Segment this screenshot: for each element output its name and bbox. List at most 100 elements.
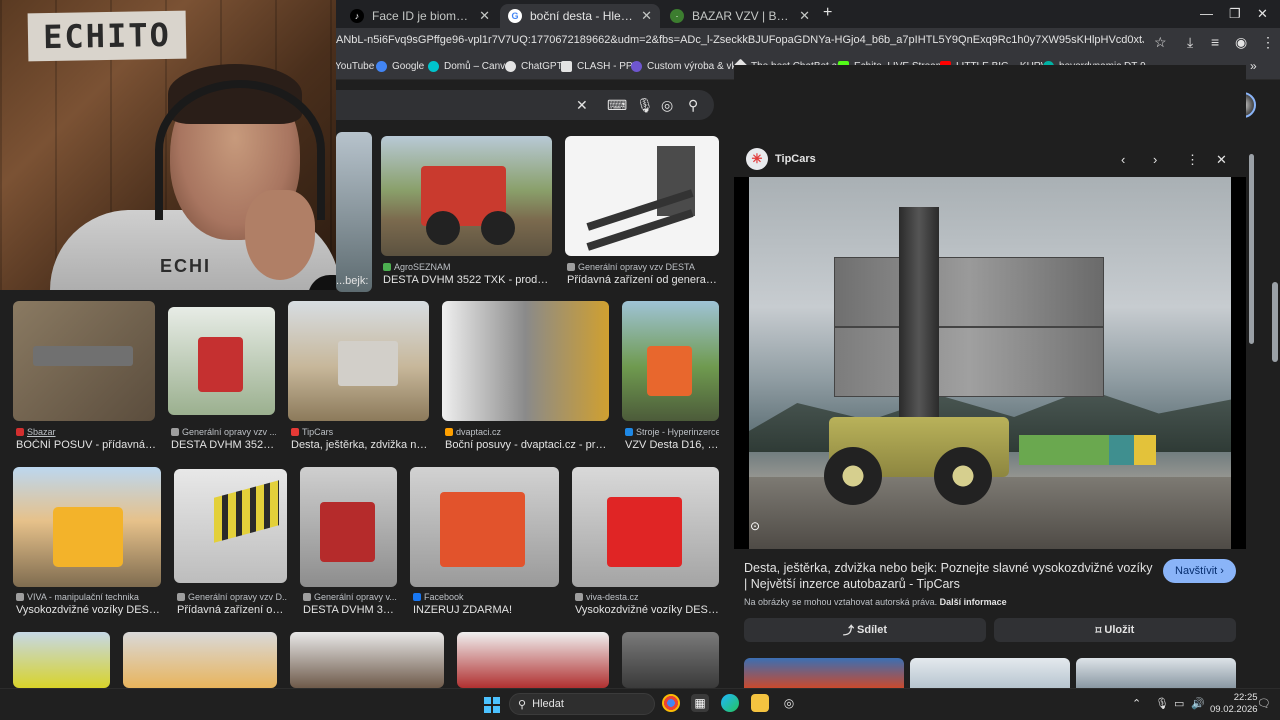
panel-site-name[interactable]: TipCars bbox=[775, 153, 816, 165]
bookmark-google[interactable]: Google bbox=[376, 61, 424, 72]
chrome-icon[interactable] bbox=[662, 694, 680, 712]
system-clock[interactable]: 22:25 09.02.2026 bbox=[1210, 692, 1258, 716]
result-caption[interactable]: DESTA DVHM 3522 ... bbox=[171, 439, 276, 451]
related-image[interactable] bbox=[910, 658, 1070, 688]
microphone-icon[interactable]: 🎙 bbox=[1155, 697, 1169, 710]
result-source: Generální opravy vzv ... bbox=[171, 427, 276, 437]
related-image[interactable] bbox=[744, 658, 904, 688]
close-icon[interactable]: ✕ bbox=[799, 8, 810, 24]
visit-button[interactable]: Navštívit › bbox=[1163, 559, 1236, 583]
windows-start-icon[interactable] bbox=[484, 697, 500, 713]
image-result[interactable] bbox=[290, 632, 444, 688]
search-input[interactable] bbox=[336, 90, 714, 120]
bookmark-custom[interactable]: Custom výroba & vl... bbox=[631, 61, 742, 72]
image-result[interactable] bbox=[572, 467, 719, 587]
image-result[interactable] bbox=[442, 301, 609, 421]
volume-icon[interactable]: 🔊 bbox=[1191, 697, 1205, 710]
google-icon bbox=[376, 61, 387, 72]
lens-search-icon[interactable]: ⊙ bbox=[750, 519, 766, 535]
close-panel-icon[interactable]: ✕ bbox=[1216, 152, 1227, 168]
restore-icon[interactable]: ❐ bbox=[1229, 6, 1241, 22]
close-icon[interactable]: ✕ bbox=[641, 8, 652, 24]
store-icon[interactable]: ▦ bbox=[691, 694, 709, 712]
image-result[interactable] bbox=[13, 467, 161, 587]
result-source: Sbazar bbox=[16, 427, 156, 437]
result-caption[interactable]: Vysokozdvižné vozíky DESTA |... bbox=[575, 604, 719, 616]
previous-icon[interactable]: ‹ bbox=[1121, 152, 1125, 167]
bookmark-canva[interactable]: Domů – Canva bbox=[428, 61, 511, 72]
more-options-icon[interactable]: ⋮ bbox=[1186, 152, 1199, 168]
image-result[interactable] bbox=[13, 632, 110, 688]
file-explorer-icon[interactable] bbox=[751, 694, 769, 712]
image-result[interactable] bbox=[381, 136, 552, 256]
page-scrollbar[interactable] bbox=[1272, 282, 1278, 362]
result-caption[interactable]: VZV Desta D16, n... bbox=[625, 439, 719, 451]
reading-list-icon[interactable]: ≡ bbox=[1211, 34, 1219, 50]
image-result[interactable] bbox=[622, 632, 719, 688]
panel-title[interactable]: Desta, ještěrka, zdvižka nebo bejk: Pozn… bbox=[744, 560, 1154, 592]
menu-icon[interactable]: ⋮ bbox=[1261, 34, 1275, 51]
image-result[interactable] bbox=[457, 632, 609, 688]
keyboard-icon[interactable]: ⌨ bbox=[607, 97, 627, 114]
site-icon bbox=[303, 593, 311, 601]
related-image[interactable] bbox=[1076, 658, 1236, 688]
search-icon[interactable]: ⚲ bbox=[688, 97, 698, 114]
microphone-icon[interactable]: 🎙 bbox=[636, 97, 654, 114]
image-result[interactable] bbox=[168, 307, 275, 415]
tab-bazar[interactable]: · BAZAR VZV | BOČNÍ VYSOKOZDVIŽNÝ ✕ bbox=[662, 4, 818, 28]
close-icon[interactable]: ✕ bbox=[479, 8, 490, 24]
tipcars-logo: ✳ bbox=[746, 148, 768, 170]
bookmark-star-icon[interactable]: ☆ bbox=[1154, 34, 1167, 51]
result-source: dvaptaci.cz bbox=[445, 427, 609, 437]
download-icon[interactable]: ⤓ bbox=[1187, 34, 1193, 51]
result-caption[interactable]: Boční posuvy - dvaptaci.cz - prodej ... bbox=[445, 439, 609, 451]
bookmark-clash[interactable]: CLASH - PPV bbox=[561, 61, 639, 72]
image-result[interactable] bbox=[565, 136, 719, 256]
url-field[interactable]: ANbL-n5i6Fvq9sGPffge96-vpl1r7V7UQ:177067… bbox=[336, 34, 1144, 46]
result-source: Generální opravy v... bbox=[303, 592, 397, 602]
tab-google-search[interactable]: G boční desta - Hledat Googlem ✕ bbox=[500, 4, 660, 28]
image-result[interactable] bbox=[174, 469, 287, 583]
image-result[interactable] bbox=[300, 467, 397, 587]
tiktok-icon: ♪ bbox=[350, 9, 364, 23]
more-info-link[interactable]: Další informace bbox=[940, 597, 1007, 607]
tray-overflow-icon[interactable]: ⌃ bbox=[1132, 697, 1141, 710]
share-button[interactable]: ⤴ Sdílet bbox=[744, 618, 986, 642]
network-icon[interactable]: ▭ bbox=[1174, 697, 1184, 710]
next-icon[interactable]: › bbox=[1153, 152, 1157, 167]
preview-image[interactable] bbox=[734, 177, 1246, 549]
minimize-icon[interactable]: — bbox=[1200, 6, 1213, 21]
new-tab-button[interactable]: + bbox=[823, 4, 832, 22]
lens-icon[interactable]: ◎ bbox=[661, 97, 673, 114]
image-result[interactable] bbox=[622, 301, 719, 421]
bookmark-youtube[interactable]: YouTube bbox=[335, 61, 374, 72]
result-caption[interactable]: BOČNÍ POSUV - přídavná za... bbox=[16, 439, 156, 451]
result-caption[interactable]: Přídavná zařízení od generalky-... bbox=[567, 274, 719, 286]
profile-icon[interactable]: ◉ bbox=[1235, 34, 1247, 51]
bookmark-chatgpt[interactable]: ChatGPT bbox=[505, 61, 563, 72]
result-caption[interactable]: Desta, ještěrka, zdvižka nebo... bbox=[291, 439, 429, 451]
result-caption[interactable]: Přídavná zařízení od g... bbox=[177, 604, 287, 616]
taskbar-search[interactable]: ⚲ Hledat bbox=[509, 693, 655, 715]
save-button[interactable]: ⌑ Uložit bbox=[994, 618, 1236, 642]
image-result[interactable] bbox=[13, 301, 155, 421]
result-caption[interactable]: INZERUJ ZDARMA! bbox=[413, 604, 559, 616]
result-caption[interactable]: Vysokozdvižné vozíky DESTA |... bbox=[16, 604, 161, 616]
image-result[interactable] bbox=[123, 632, 277, 688]
obs-icon[interactable]: ◎ bbox=[780, 694, 798, 712]
panel-scrollbar[interactable] bbox=[1249, 154, 1254, 344]
image-result-selected[interactable] bbox=[336, 132, 372, 292]
echito-sign: ECHITO bbox=[27, 10, 187, 62]
tab-faceid[interactable]: ♪ Face ID je biometrická technológ ✕ bbox=[342, 4, 498, 28]
image-result[interactable] bbox=[410, 467, 559, 587]
result-caption[interactable]: DESTA DVHM 352... bbox=[303, 604, 397, 616]
clear-icon[interactable]: ✕ bbox=[576, 97, 588, 114]
bookmarks-overflow-icon[interactable]: » bbox=[1250, 59, 1257, 73]
edge-icon[interactable] bbox=[721, 694, 739, 712]
window-close-icon[interactable]: ✕ bbox=[1257, 6, 1268, 22]
result-caption[interactable]: DESTA DVHM 3522 TXK - prodám t... bbox=[383, 274, 551, 286]
notification-icon[interactable]: 🗨 bbox=[1257, 697, 1271, 710]
bazar-icon: · bbox=[670, 9, 684, 23]
shirt-print: ECHI bbox=[160, 256, 212, 276]
image-result[interactable] bbox=[288, 301, 429, 421]
